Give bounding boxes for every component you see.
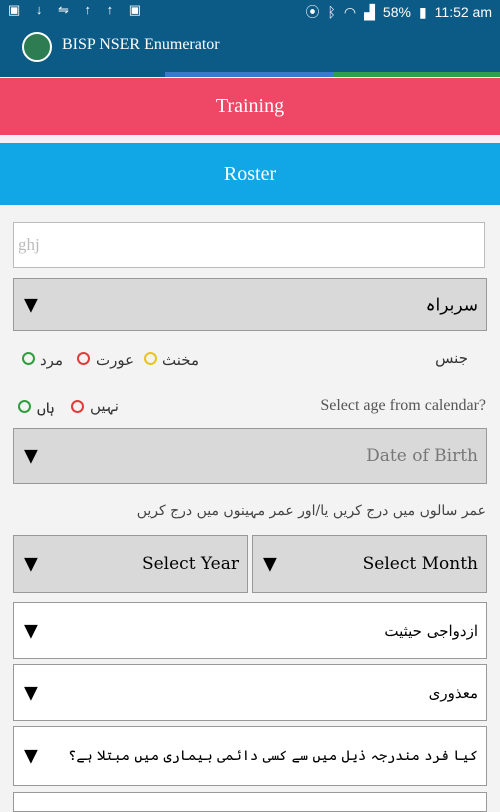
disability-select[interactable]: ▼ معذوری	[13, 664, 487, 721]
bisp-logo-icon	[22, 32, 52, 62]
roster-button[interactable]: Roster	[0, 143, 500, 205]
dropdown-arrow-icon: ▼	[24, 553, 38, 575]
clock: 11:52 am	[434, 4, 492, 20]
gender-female-label: عورت	[96, 351, 135, 369]
age-calendar-no-radio[interactable]	[71, 400, 84, 413]
age-calendar-no-label: نہیں	[90, 397, 119, 415]
chronic-disease-value: کیا فرد مندرجہ ذیل میں سے کسی دائمی بیما…	[68, 748, 478, 764]
dropdown-arrow-icon: ▼	[24, 620, 38, 641]
marital-status-value: ازدواجی حیثیت	[384, 621, 478, 640]
marital-status-select[interactable]: ▼ ازدواجی حیثیت	[13, 602, 487, 659]
gender-male-label: مرد	[40, 351, 63, 369]
training-button[interactable]: Training	[0, 78, 500, 135]
battery-level: 58%	[382, 4, 411, 20]
notification-icons: ▣ ↓ ⇋ ↑ ↑ ▣	[8, 2, 148, 17]
age-calendar-question: Select age from calendar?	[320, 397, 486, 414]
gender-trans-label: مخنث	[162, 351, 199, 369]
signal-icon: ▟	[364, 3, 375, 20]
gender-female-radio[interactable]	[77, 352, 90, 365]
dropdown-arrow-icon: ▼	[24, 682, 38, 703]
relation-select-value: سربراہ	[425, 295, 478, 315]
age-calendar-yes-label: ہاں	[37, 399, 55, 417]
app-bar: BISP NSER Enumerator	[0, 22, 500, 72]
next-field-partial[interactable]	[13, 792, 487, 812]
dropdown-arrow-icon: ▼	[24, 445, 38, 467]
year-select-value: Select Year	[141, 554, 239, 574]
age-calendar-yes-radio[interactable]	[18, 400, 31, 413]
bluetooth-icon: ᛒ	[327, 4, 336, 20]
name-input-value: ghj	[18, 235, 40, 254]
status-bar: ▣ ↓ ⇋ ↑ ↑ ▣ ⦿ ᛒ ◠ ▟ 58% ▮ 11:52 am	[0, 0, 500, 22]
name-input[interactable]: ghj	[13, 222, 485, 268]
relation-select[interactable]: ▼ سربراہ	[13, 278, 487, 331]
dob-select[interactable]: ▼ Date of Birth	[13, 428, 487, 484]
month-select[interactable]: ▼ Select Month	[252, 535, 487, 593]
battery-icon: ▮	[418, 3, 427, 20]
gender-male-radio[interactable]	[22, 352, 35, 365]
gender-trans-radio[interactable]	[144, 352, 157, 365]
app-title: BISP NSER Enumerator	[62, 36, 220, 53]
gender-label: جنس	[435, 349, 468, 367]
status-right: ⦿ ᛒ ◠ ▟ 58% ▮ 11:52 am	[306, 2, 493, 22]
location-icon: ⦿	[305, 4, 320, 20]
dropdown-arrow-icon: ▼	[24, 294, 38, 315]
disability-value: معذوری	[428, 683, 478, 702]
month-select-value: Select Month	[362, 554, 478, 574]
age-hint: عمر سالوں میں درج کریں یا/اور عمر مہینوں…	[136, 503, 486, 519]
wifi-icon: ◠	[343, 3, 357, 20]
year-select[interactable]: ▼ Select Year	[13, 535, 248, 593]
tab-indicator-strip	[0, 72, 500, 77]
dropdown-arrow-icon: ▼	[263, 553, 277, 575]
chronic-disease-select[interactable]: ▼ کیا فرد مندرجہ ذیل میں سے کسی دائمی بی…	[13, 726, 487, 786]
dob-select-value: Date of Birth	[366, 446, 478, 466]
dropdown-arrow-icon: ▼	[24, 745, 38, 767]
